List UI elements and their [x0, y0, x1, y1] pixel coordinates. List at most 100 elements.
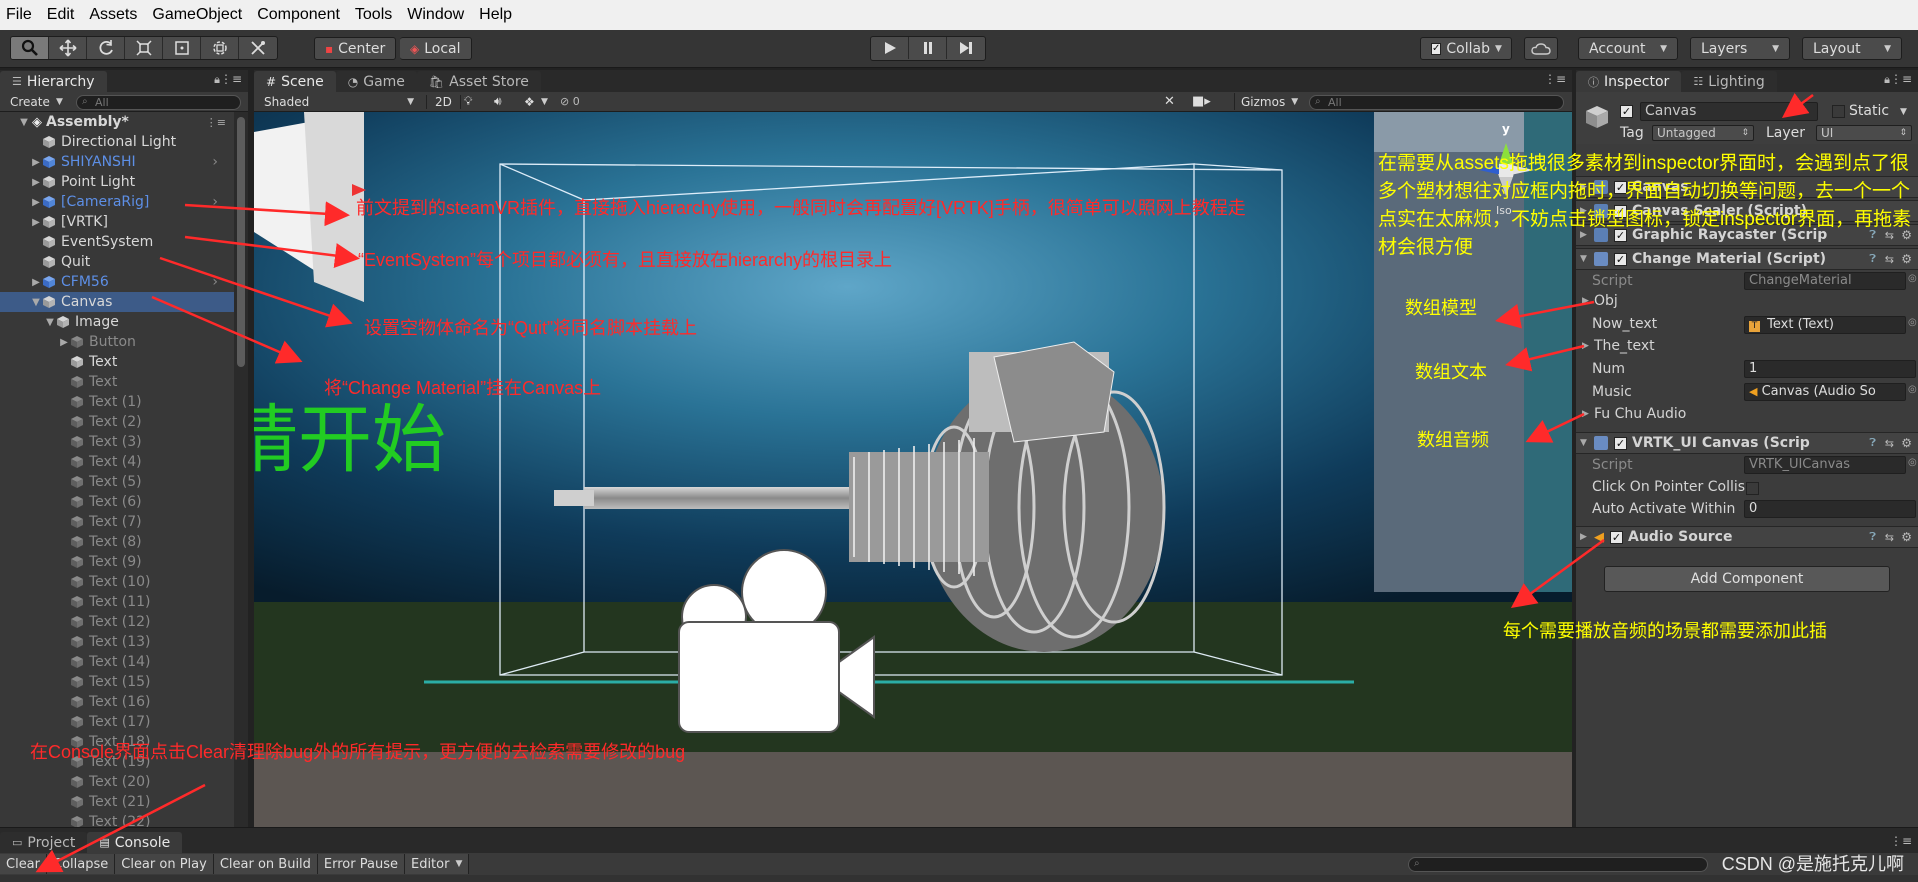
prefab-open-chevron-icon[interactable]: ›	[212, 194, 218, 210]
hierarchy-item[interactable]: ▼ Canvas	[0, 292, 234, 312]
fu-chu-audio-arrow-icon[interactable]: ▶	[1582, 409, 1589, 419]
expand-arrow-icon[interactable]: ▶	[30, 217, 42, 228]
the-text-array-label[interactable]: The_text	[1594, 338, 1655, 354]
now-text-target-icon[interactable]: ◎	[1908, 317, 1917, 328]
hierarchy-item[interactable]: Quit	[0, 252, 234, 272]
play-button[interactable]	[871, 37, 909, 59]
now-text-field[interactable]: T Text (Text)	[1744, 316, 1906, 334]
fu-chu-audio-array-label[interactable]: Fu Chu Audio	[1594, 406, 1686, 422]
prefab-open-chevron-icon[interactable]: ›	[212, 154, 218, 170]
expand-arrow-icon[interactable]: ▶	[30, 197, 42, 208]
hierarchy-item[interactable]: Text (13)	[0, 632, 234, 652]
scale-tool-button[interactable]	[125, 37, 163, 59]
panel-menu-icon[interactable]: ⋮≡	[1890, 834, 1912, 848]
transform-tool-button[interactable]	[201, 37, 239, 59]
hierarchy-item[interactable]: ▶ [VRTK]	[0, 212, 234, 232]
menu-component[interactable]: Component	[257, 6, 340, 24]
auto-activate-field[interactable]: 0	[1744, 500, 1916, 518]
hierarchy-item[interactable]: Text (16)	[0, 692, 234, 712]
add-component-button[interactable]: Add Component	[1604, 566, 1890, 592]
tools-settings-icon[interactable]: ✕	[1164, 94, 1175, 109]
gear-icon[interactable]: ⚙	[1901, 436, 1912, 450]
preset-icon[interactable]: ⇆	[1885, 437, 1894, 450]
hierarchy-item[interactable]: Text (10)	[0, 572, 234, 592]
panel-menu-icon[interactable]: ⋮≡	[1544, 72, 1566, 86]
hierarchy-item[interactable]: Text (15)	[0, 672, 234, 692]
panel-menu-icon[interactable]: ⋮≡	[220, 72, 242, 86]
hierarchy-item[interactable]: ▼ Image	[0, 312, 234, 332]
menu-help[interactable]: Help	[479, 6, 512, 24]
console-error-pause-button[interactable]: Error Pause	[317, 854, 405, 874]
layout-dropdown[interactable]: Layout ▼	[1802, 37, 1902, 60]
scene-search-input[interactable]: ⌕ All	[1309, 95, 1564, 110]
menu-window[interactable]: Window	[407, 6, 464, 24]
collapse-arrow-icon[interactable]: ▼	[30, 297, 42, 308]
hierarchy-item[interactable]: Text (2)	[0, 412, 234, 432]
hierarchy-item[interactable]: Text (3)	[0, 432, 234, 452]
console-search-input[interactable]: ⌕	[1408, 857, 1708, 872]
tab-project[interactable]: ▭ Project	[0, 832, 88, 853]
pivot-mode-toggle[interactable]: ▪ Center	[314, 37, 397, 60]
tab-lighting[interactable]: ☷ Lighting	[1681, 71, 1777, 92]
menu-assets[interactable]: Assets	[89, 6, 137, 24]
tag-dropdown[interactable]: Untagged ⇕	[1652, 125, 1754, 141]
vrtk-canvas-enabled-checkbox[interactable]: ✓	[1614, 436, 1627, 450]
num-field[interactable]: 1	[1744, 360, 1916, 378]
preset-icon[interactable]: ⇆	[1885, 531, 1894, 544]
static-caret-icon[interactable]: ▼	[1900, 107, 1907, 117]
static-checkbox[interactable]	[1832, 105, 1845, 118]
audio-toggle-icon[interactable]: 🔊︎	[494, 94, 502, 109]
step-button[interactable]	[947, 37, 985, 59]
music-field[interactable]: ◀ Canvas (Audio So	[1744, 383, 1906, 401]
music-target-icon[interactable]: ◎	[1908, 384, 1917, 395]
hierarchy-item[interactable]: Text (9)	[0, 552, 234, 572]
hierarchy-item[interactable]: Text (17)	[0, 712, 234, 732]
hierarchy-item[interactable]: Text (21)	[0, 792, 234, 812]
hierarchy-item[interactable]: Text (14)	[0, 652, 234, 672]
pause-button[interactable]	[909, 37, 947, 59]
hierarchy-item[interactable]: Text (5)	[0, 472, 234, 492]
hierarchy-item[interactable]: Text (4)	[0, 452, 234, 472]
pivot-space-toggle[interactable]: ◈ Local	[400, 37, 472, 60]
tab-game[interactable]: ◔ Game	[335, 71, 417, 92]
console-clear-on-build-button[interactable]: Clear on Build	[213, 854, 318, 874]
camera-settings-icon[interactable]: ■▸	[1192, 94, 1211, 109]
hand-tool-button[interactable]	[11, 37, 49, 59]
console-clear-button[interactable]: Clear	[0, 854, 47, 874]
script-target-icon[interactable]: ◎	[1908, 273, 1917, 284]
lighting-toggle-icon[interactable]: 💡︎	[464, 94, 472, 109]
effects-caret-icon[interactable]: ▼	[541, 97, 548, 107]
hierarchy-item[interactable]: Text (12)	[0, 612, 234, 632]
scene-menu-icon[interactable]: ⋮≡	[206, 116, 226, 129]
hierarchy-item[interactable]: Text (6)	[0, 492, 234, 512]
cloud-button[interactable]	[1524, 37, 1558, 60]
the-text-arrow-icon[interactable]: ▶	[1582, 341, 1589, 351]
account-dropdown[interactable]: Account ▼	[1578, 37, 1678, 60]
expand-arrow-icon[interactable]: ▶	[30, 177, 42, 188]
hierarchy-item[interactable]: Text (20)	[0, 772, 234, 792]
object-active-checkbox[interactable]: ✓	[1620, 105, 1633, 118]
panel-menu-icon[interactable]: ⋮≡	[1890, 72, 1912, 86]
tab-console[interactable]: ▤ Console	[87, 832, 183, 853]
hierarchy-item[interactable]: ▶ Point Light	[0, 172, 234, 192]
hierarchy-item[interactable]: ▶ [CameraRig] ›	[0, 192, 234, 212]
rect-tool-button[interactable]	[163, 37, 201, 59]
collab-dropdown[interactable]: ✓ Collab ▼	[1420, 37, 1512, 60]
help-icon[interactable]: ❓︎	[1869, 436, 1876, 450]
hierarchy-search-input[interactable]: ⌕ All	[76, 95, 241, 110]
expand-arrow-icon[interactable]: ▶	[30, 277, 42, 288]
hierarchy-item[interactable]: ▶ Button	[0, 332, 234, 352]
tab-hierarchy[interactable]: ☰ Hierarchy	[0, 71, 107, 92]
hierarchy-scrollbar[interactable]	[234, 112, 248, 827]
expand-arrow-icon[interactable]: ▶	[30, 157, 42, 168]
hierarchy-item[interactable]: Text	[0, 352, 234, 372]
object-name-field[interactable]: Canvas	[1640, 102, 1818, 121]
prefab-open-chevron-icon[interactable]: ›	[212, 274, 218, 290]
layer-dropdown[interactable]: UI ⇕	[1816, 125, 1912, 141]
hidden-count-icon[interactable]: ⊘ 0	[560, 95, 580, 108]
obj-array-label[interactable]: Obj	[1594, 293, 1618, 309]
collapse-arrow-icon[interactable]: ▼	[44, 317, 56, 328]
hierarchy-item[interactable]: Text	[0, 372, 234, 392]
2d-toggle[interactable]: 2D	[426, 94, 461, 109]
hierarchy-item[interactable]: ▶ CFM56 ›	[0, 272, 234, 292]
